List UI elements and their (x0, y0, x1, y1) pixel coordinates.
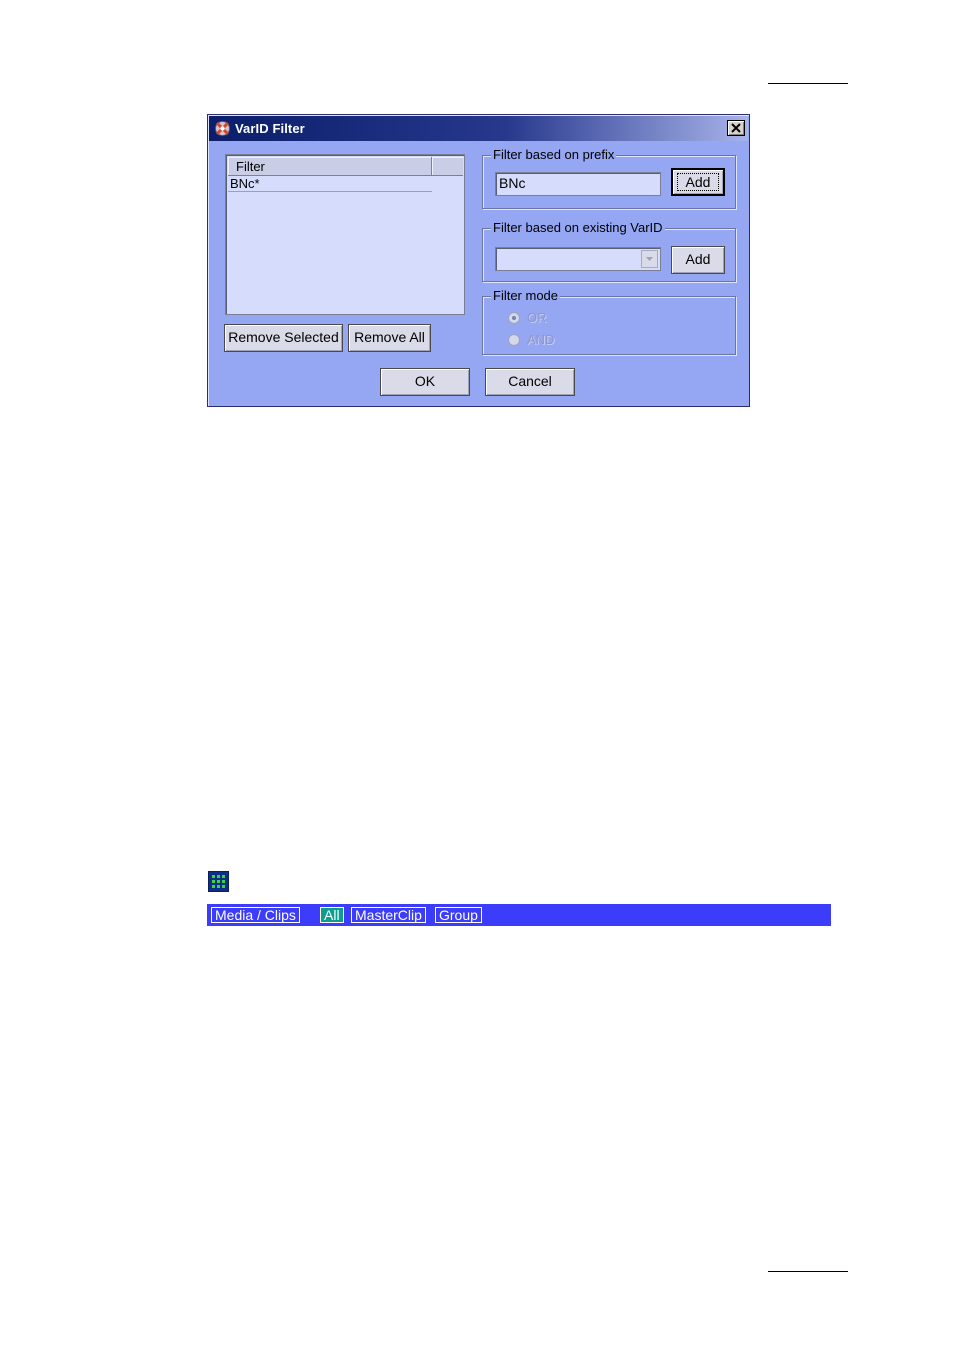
ok-button[interactable]: OK (380, 368, 470, 396)
dropdown-arrow-button[interactable] (641, 250, 658, 268)
filter-list-item[interactable]: BNc* (228, 176, 432, 192)
radio-or[interactable] (508, 312, 520, 324)
remove-selected-button[interactable]: Remove Selected (224, 324, 343, 352)
radio-and-label: AND (527, 332, 555, 347)
media-toolbar: Media / Clips All MasterClip Group (207, 904, 831, 926)
prefix-group-label: Filter based on prefix (491, 147, 617, 163)
app-icon (214, 120, 231, 137)
chevron-down-icon (646, 257, 653, 261)
remove-all-button[interactable]: Remove All (348, 324, 431, 352)
radio-and[interactable] (508, 334, 520, 346)
filter-list[interactable]: Filter BNc* (225, 154, 465, 315)
prefix-input[interactable]: BNc (495, 172, 661, 196)
varid-filter-dialog: VarID Filter Filter BNc* Remove Selected… (207, 114, 750, 407)
filter-column-header[interactable]: Filter (228, 157, 432, 176)
grid-icon[interactable] (208, 871, 229, 892)
tab-all[interactable]: All (320, 907, 344, 923)
dialog-title: VarID Filter (235, 121, 305, 136)
existing-add-button[interactable]: Add (671, 246, 725, 274)
prefix-add-button[interactable]: Add (671, 168, 725, 196)
existing-group-label: Filter based on existing VarID (491, 220, 665, 236)
close-icon (731, 123, 741, 133)
cancel-button[interactable]: Cancel (485, 368, 575, 396)
radio-or-label: OR (527, 310, 547, 325)
existing-varid-dropdown[interactable] (495, 247, 661, 271)
radio-selected-dot (512, 316, 516, 320)
tab-media-clips[interactable]: Media / Clips (211, 907, 300, 923)
filter-mode-group: Filter mode (482, 288, 736, 355)
filter-mode-label: Filter mode (491, 288, 561, 304)
footer-rule (768, 1271, 848, 1272)
title-bar[interactable]: VarID Filter (209, 116, 748, 141)
tab-group[interactable]: Group (435, 907, 482, 923)
empty-column-header (432, 157, 463, 176)
tab-masterclip[interactable]: MasterClip (351, 907, 426, 923)
close-button[interactable] (727, 120, 745, 136)
header-rule (768, 83, 848, 84)
prefix-add-label: Add (676, 173, 720, 191)
